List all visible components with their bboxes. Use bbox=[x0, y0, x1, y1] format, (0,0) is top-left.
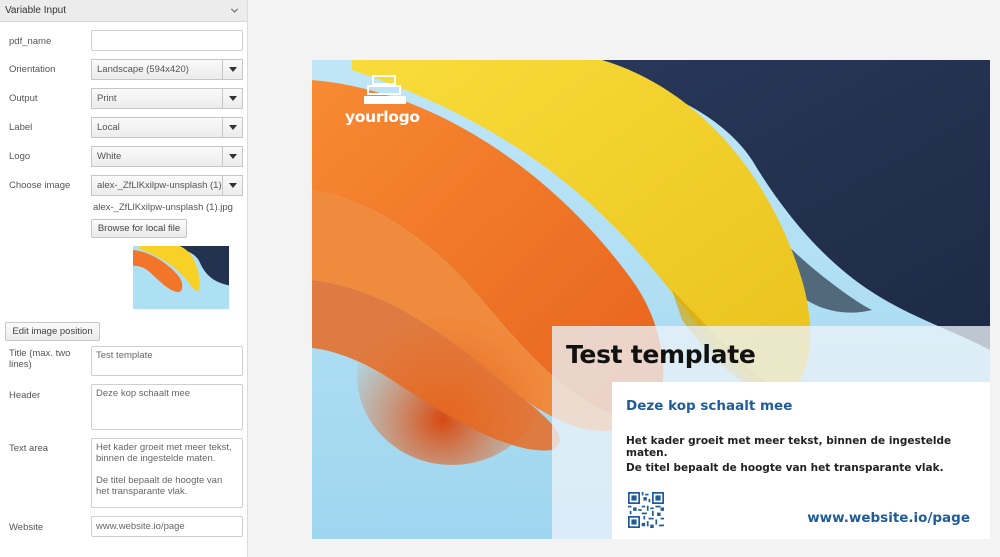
dropdown-arrow-icon[interactable] bbox=[222, 89, 242, 108]
output-select[interactable]: Print bbox=[91, 88, 243, 109]
dropdown-arrow-icon[interactable] bbox=[222, 118, 242, 137]
overlay-transparent-left bbox=[552, 382, 612, 539]
template-title: Test template bbox=[566, 340, 756, 369]
pdf-name-label: pdf_name bbox=[9, 36, 52, 47]
logo-value: White bbox=[97, 151, 122, 162]
template-header: Deze kop schaalt mee bbox=[626, 398, 793, 414]
header-label: Header bbox=[9, 390, 41, 401]
variable-input-panel: Variable Input pdf_name Orientation Land… bbox=[0, 0, 248, 557]
template-paragraph-1: Het kader groeit met meer tekst, binnen … bbox=[626, 435, 952, 459]
title-textarea[interactable]: Test template bbox=[91, 346, 243, 376]
website-input[interactable]: www.website.io/page bbox=[91, 516, 243, 537]
template-paragraph-2: De titel bepaalt de hoogte van het trans… bbox=[626, 462, 944, 474]
choose-image-select[interactable]: alex-_ZfLlKxilpw-unsplash (1).jpg bbox=[91, 175, 243, 196]
pdf-name-input[interactable] bbox=[91, 30, 243, 51]
label-select[interactable]: Local bbox=[91, 117, 243, 138]
text-area-label: Text area bbox=[9, 443, 49, 454]
label-value: Local bbox=[97, 122, 120, 133]
panel-header[interactable]: Variable Input bbox=[0, 0, 247, 22]
choose-image-label: Choose image bbox=[9, 180, 71, 191]
text-overlay: Test template Deze kop schaalt mee Het k… bbox=[552, 326, 990, 539]
chevron-down-icon[interactable] bbox=[230, 6, 239, 15]
panel-title: Variable Input bbox=[5, 5, 66, 16]
orientation-select[interactable]: Landscape (594x420) bbox=[91, 59, 243, 80]
website-label: Website bbox=[9, 522, 44, 533]
image-filename: alex-_ZfLlKxilpw-unsplash (1).jpg bbox=[93, 202, 233, 213]
template-website: www.website.io/page bbox=[807, 510, 970, 526]
orientation-value: Landscape (594x420) bbox=[97, 64, 189, 75]
logo-label: Logo bbox=[9, 151, 31, 162]
browse-local-file-button[interactable]: Browse for local file bbox=[91, 219, 187, 238]
image-thumbnail bbox=[133, 246, 229, 309]
template-preview: yourlogo Test template Deze kop schaalt … bbox=[312, 60, 990, 539]
choose-image-value: alex-_ZfLlKxilpw-unsplash (1).jpg bbox=[97, 180, 222, 191]
orientation-label: Orientation bbox=[9, 64, 56, 75]
edit-image-position-button[interactable]: Edit image position bbox=[5, 322, 100, 341]
title-label: Title (max. two lines) bbox=[9, 348, 71, 370]
output-label: Output bbox=[9, 93, 38, 104]
dropdown-arrow-icon[interactable] bbox=[222, 176, 242, 195]
dropdown-arrow-icon[interactable] bbox=[222, 147, 242, 166]
logo-select[interactable]: White bbox=[91, 146, 243, 167]
label-label: Label bbox=[9, 122, 33, 133]
output-value: Print bbox=[97, 93, 117, 104]
text-area-textarea[interactable]: Het kader groeit met meer tekst, binnen … bbox=[91, 438, 243, 508]
logo-stack-icon bbox=[364, 75, 406, 104]
logo-text: yourlogo bbox=[345, 108, 420, 126]
dropdown-arrow-icon[interactable] bbox=[222, 60, 242, 79]
qr-code-icon bbox=[628, 492, 664, 528]
header-textarea[interactable]: Deze kop schaalt mee bbox=[91, 384, 243, 430]
